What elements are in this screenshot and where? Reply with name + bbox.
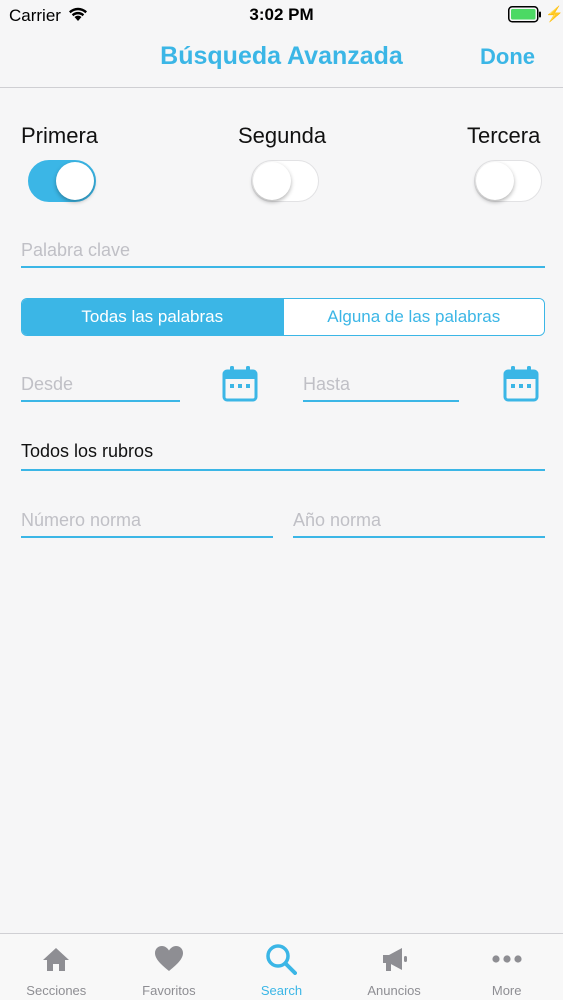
keyword-input[interactable] [21,234,545,268]
tab-favoritos[interactable]: Favoritos [113,934,226,1000]
toggle-primera[interactable] [28,160,96,202]
tab-label: More [491,983,522,998]
status-bar: Carrier 3:02 PM ⚡ [0,0,563,30]
toggle-label-primera: Primera [21,123,99,148]
norm-number-input[interactable] [21,504,273,538]
tab-label: Anuncios [367,983,421,998]
tab-anuncios[interactable]: Anuncios [338,934,451,1000]
done-button[interactable]: Done [480,44,535,70]
tab-label: Search [260,983,303,998]
tab-label: Favoritos [142,983,196,998]
battery-icon [508,6,541,23]
heart-icon [154,946,183,971]
tab-bar: Secciones Favoritos Search Anuncios More [0,933,563,1000]
clock: 3:02 PM [249,5,314,24]
search-icon [266,944,298,975]
toggle-knob [476,162,514,200]
toggle-knob [56,162,94,200]
tab-secciones[interactable]: Secciones [0,934,113,1000]
tab-more[interactable]: More [450,934,563,1000]
toggle-label-segunda: Segunda [238,123,327,148]
tab-label: Secciones [26,983,87,998]
toggle-tercera[interactable] [474,160,542,202]
category-select[interactable]: Todos los rubros [21,436,545,471]
more-icon [492,955,522,963]
segment-all-words[interactable]: Todas las palabras [22,299,283,335]
toggle-segunda[interactable] [251,160,319,202]
tab-search[interactable]: Search [225,934,338,1000]
megaphone-icon [383,948,408,971]
segment-any-words[interactable]: Alguna de las palabras [282,299,544,335]
toggle-label-tercera: Tercera [467,123,541,148]
charging-icon: ⚡ [545,6,563,23]
calendar-icon[interactable] [222,366,258,402]
home-icon [43,948,70,971]
navigation-bar: Búsqueda Avanzada Done [0,30,563,88]
date-from-input[interactable] [21,368,180,402]
date-to-input[interactable] [303,368,459,402]
calendar-icon[interactable] [503,366,539,402]
page-title: Búsqueda Avanzada [160,42,403,70]
toggle-knob [253,162,291,200]
word-match-segmented-control: Todas las palabras Alguna de las palabra… [21,298,545,336]
norm-year-input[interactable] [293,504,545,538]
